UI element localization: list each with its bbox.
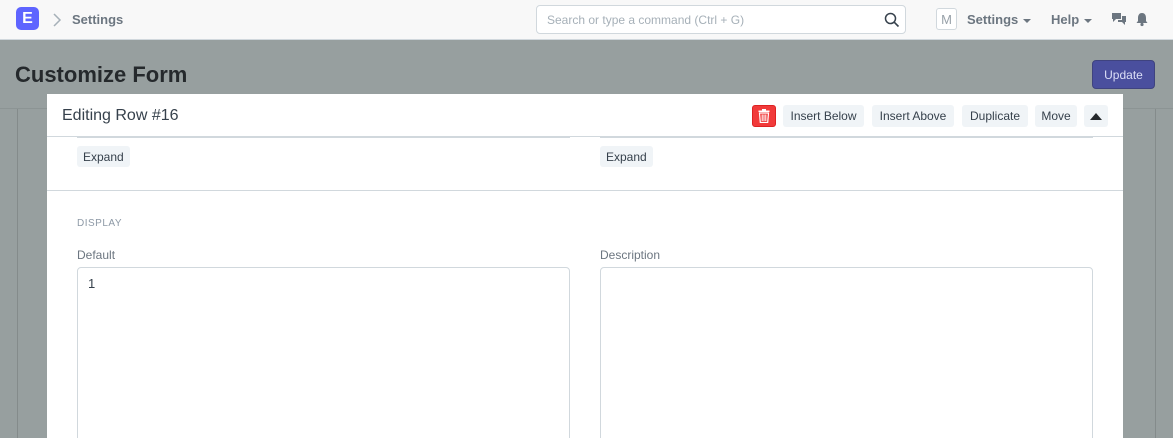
default-field — [77, 267, 570, 438]
awesomebar — [536, 5, 906, 34]
layout-edge-left — [17, 109, 18, 438]
navbar: E Settings M Settings Help — [0, 0, 1173, 40]
description-field — [600, 267, 1093, 438]
expand-button-left[interactable]: Expand — [77, 146, 130, 167]
app-logo[interactable]: E — [16, 7, 39, 30]
duplicate-button[interactable]: Duplicate — [962, 105, 1028, 127]
grid-row-form: Editing Row #16 Insert Below Insert Abov… — [47, 94, 1123, 438]
insert-above-button[interactable]: Insert Above — [872, 105, 954, 127]
move-button[interactable]: Move — [1035, 105, 1077, 127]
layout-edge-right — [1155, 109, 1156, 438]
trash-icon — [758, 109, 770, 123]
delete-row-button[interactable] — [752, 105, 776, 127]
settings-dropdown[interactable]: Settings — [967, 12, 1032, 27]
description-textarea[interactable] — [601, 268, 1092, 438]
chat-icon[interactable] — [1111, 11, 1127, 27]
caret-down-icon — [1023, 18, 1032, 23]
section-label-display: DISPLAY — [77, 218, 122, 229]
insert-below-button[interactable]: Insert Below — [783, 105, 864, 127]
description-label: Description — [600, 248, 661, 262]
default-textarea[interactable] — [78, 268, 569, 438]
field-bottom-edge-right — [600, 137, 1093, 138]
collapse-row-button[interactable] — [1084, 105, 1108, 127]
default-label: Default — [77, 248, 116, 262]
update-button[interactable]: Update — [1092, 60, 1155, 89]
breadcrumb-settings[interactable]: Settings — [72, 12, 123, 27]
bell-icon[interactable] — [1134, 11, 1150, 27]
grid-row-form-header: Editing Row #16 Insert Below Insert Abov… — [47, 94, 1123, 137]
caret-down-icon — [1084, 18, 1093, 23]
triangle-up-icon — [1090, 112, 1102, 120]
search-input[interactable] — [537, 6, 867, 33]
help-dropdown[interactable]: Help — [1051, 12, 1093, 27]
page-title: Customize Form — [15, 62, 188, 87]
avatar[interactable]: M — [936, 8, 957, 30]
expand-button-right[interactable]: Expand — [600, 146, 653, 167]
help-dropdown-label: Help — [1051, 12, 1080, 27]
editing-row-title: Editing Row #16 — [62, 107, 179, 124]
search-icon[interactable] — [884, 12, 900, 28]
field-bottom-edge-left — [77, 137, 570, 138]
settings-dropdown-label: Settings — [967, 12, 1019, 27]
chevron-right-icon — [53, 13, 62, 27]
section-divider — [47, 190, 1123, 191]
